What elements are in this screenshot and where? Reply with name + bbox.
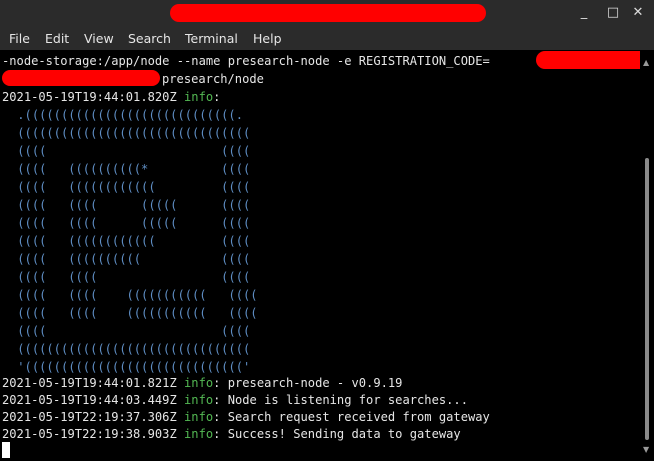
log-timestamp: 2021-05-19T19:44:01.820Z [2,90,177,104]
log-message: Search request received from gateway [227,410,490,424]
ascii-logo-line: (((( (((((((((((( (((( [10,180,251,194]
maximize-button[interactable]: □ [603,4,623,22]
log-line: 2021-05-19T22:19:38.903Z info: Success! … [2,427,461,441]
ascii-logo-line: (((( (((( ((((((((((( (((( [10,288,258,302]
menu-help[interactable]: Help [253,31,282,47]
ascii-logo-line: (((((((((((((((((((((((((((((((( [10,126,251,140]
ascii-logo-line: (((( (((( ((((( (((( [10,198,251,212]
text-cursor [2,442,10,458]
ascii-logo-line: (((((((((((((((((((((((((((((((( [10,342,251,356]
log-line: 2021-05-19T22:19:37.306Z info: Search re… [2,410,490,424]
log-line: 2021-05-19T19:44:03.449Z info: Node is l… [2,393,468,407]
log-header: 2021-05-19T19:44:01.820Z info: [2,88,220,106]
log-line: 2021-05-19T19:44:01.821Z info: presearch… [2,376,403,390]
log-message: presearch-node - v0.9.19 [227,376,403,390]
close-button[interactable]: ✕ [628,4,648,22]
ascii-logo-line: (((( (((((((((( (((( [10,252,251,266]
menu-file[interactable]: File [9,31,30,47]
log-timestamp: 2021-05-19T19:44:03.449Z [2,393,177,407]
menu-terminal[interactable]: Terminal [185,31,238,47]
minimize-button[interactable]: _ [574,4,594,22]
log-separator: : [213,90,221,104]
log-timestamp: 2021-05-19T19:44:01.821Z [2,376,177,390]
menu-view[interactable]: View [84,31,114,47]
log-level: info [184,393,214,407]
redacted-window-title [170,4,486,22]
log-message: Success! Sending data to gateway [227,427,461,441]
log-timestamp: 2021-05-19T22:19:37.306Z [2,410,177,424]
ascii-logo-line: (((( (((((((((((( (((( [10,234,251,248]
log-level: info [184,90,214,104]
menu-edit[interactable]: Edit [45,31,69,47]
log-level: info [184,427,214,441]
ascii-logo-line: (((( ((((((((((* (((( [10,162,251,176]
menu-search[interactable]: Search [128,31,171,47]
ascii-logo-line: (((( (((( ((((( (((( [10,216,251,230]
command-line-1: -node-storage:/app/node --name presearch… [2,54,490,68]
scroll-down-arrow-icon[interactable]: ▼ [643,445,649,454]
ascii-logo-line: (((( (((( [10,324,251,338]
scroll-up-arrow-icon[interactable]: ▲ [643,58,649,67]
scrollbar-thumb[interactable] [645,158,649,440]
command-line-2: presearch/node [162,72,264,86]
title-bar[interactable]: _ □ ✕ [0,0,654,28]
ascii-logo-line: (((( (((( ((((((((((( (((( [10,306,258,320]
ascii-logo-line: (((( (((( (((( [10,270,251,284]
redacted-registration-code [536,51,650,69]
ascii-logo-line: .(((((((((((((((((((((((((((((. [10,108,243,122]
menu-bar: File Edit View Search Terminal Help [0,28,654,50]
log-level: info [184,376,214,390]
ascii-logo-line: (((( (((( [10,144,251,158]
redacted-command-prefix [2,70,160,86]
terminal-output[interactable]: -node-storage:/app/node --name presearch… [0,50,640,461]
log-timestamp: 2021-05-19T22:19:38.903Z [2,427,177,441]
terminal-window: _ □ ✕ File Edit View Search Terminal Hel… [0,0,654,461]
log-message: Node is listening for searches... [227,393,468,407]
log-level: info [184,410,214,424]
